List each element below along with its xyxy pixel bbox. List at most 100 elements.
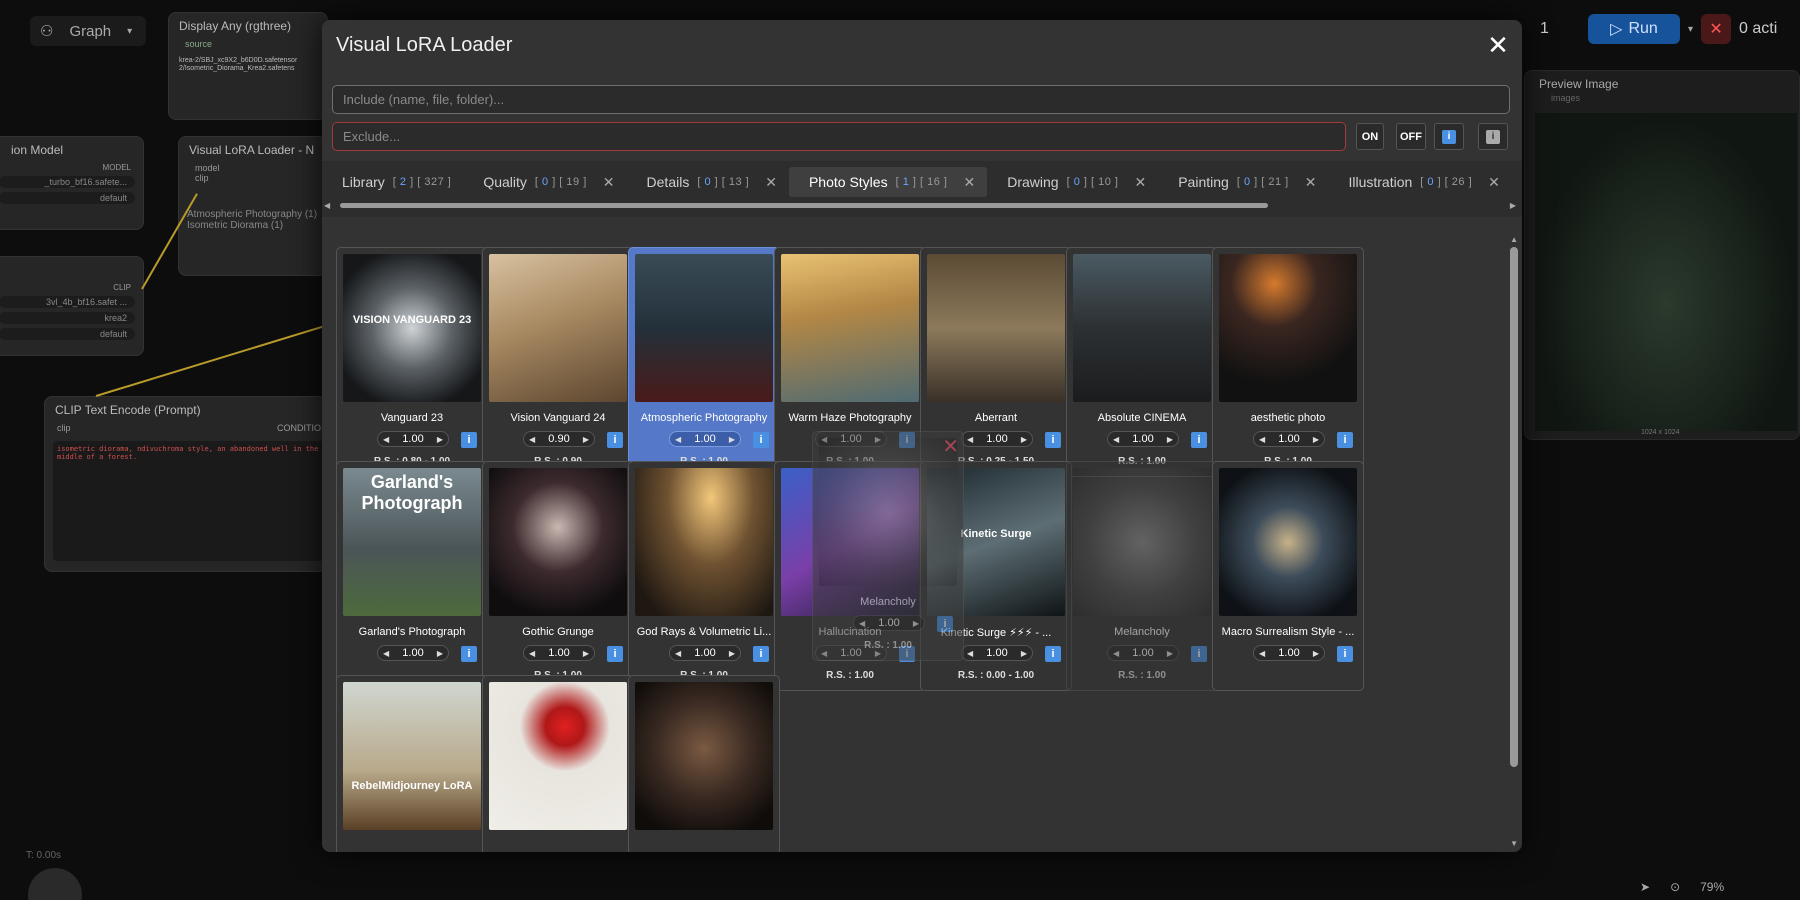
increment-icon[interactable]: ▶ [913,619,919,628]
lora-card[interactable]: Absolute CINEMA◀1.00▶iR.S. : 1.00 [1066,247,1218,477]
info-toggle-button[interactable]: i [1434,123,1464,150]
decrement-icon[interactable]: ◀ [529,435,535,444]
tab-textures[interactable]: Textures[ 1 ] [ 14 ]✕ [1512,167,1522,197]
info-button[interactable]: i [1337,432,1353,448]
avatar[interactable] [28,868,82,900]
lora-card[interactable]: Melancholy ◀ 1.00 ▶ i R.S. : 1.00 [1066,461,1218,691]
tab-quality[interactable]: Quality [ 0 ] [ 19 ] ✕ [463,167,626,197]
model-loader-node[interactable]: ion Model MODEL _turbo_bf16.safete... de… [0,136,144,230]
lora-card[interactable]: Gothic Grunge◀1.00▶iR.S. : 1.00 [482,461,634,691]
strength-stepper[interactable]: ◀ 1.00 ▶ [377,645,449,661]
strength-stepper[interactable]: ◀ 0.90 ▶ [523,431,595,447]
clip-loader-node[interactable]: CLIP 3vl_4b_bf16.safet ... krea2 default [0,256,144,356]
remove-icon[interactable]: ✕ [942,434,959,459]
increment-icon[interactable]: ▶ [1021,649,1027,658]
close-button[interactable]: ✕ [1486,32,1510,58]
lora-card[interactable]: Garland's Photograph Garland's Photograph… [336,461,488,691]
strength-stepper[interactable]: ◀ 1.00 ▶ [961,645,1033,661]
close-tab-icon[interactable]: ✕ [963,174,975,191]
increment-icon[interactable]: ▶ [437,649,443,658]
increment-icon[interactable]: ▶ [583,649,589,658]
clip-text-encode-node[interactable]: CLIP Text Encode (Prompt) clip CONDITIO … [44,396,334,572]
increment-icon[interactable]: ▶ [1313,435,1319,444]
decrement-icon[interactable]: ◀ [967,649,973,658]
strength-stepper[interactable]: ◀ 1.00 ▶ [377,431,449,447]
include-filter-input[interactable] [332,85,1510,114]
strength-stepper[interactable]: ◀ 1.00 ▶ [669,431,741,447]
node-widget[interactable]: default [0,328,135,340]
strength-stepper[interactable]: ◀ 1.00 ▶ [1253,645,1325,661]
strength-stepper[interactable]: ◀ 1.00 ▶ [961,431,1033,447]
lora-card[interactable]: Macro Surrealism Style - ... ◀ 1.00 ▶ i [1212,461,1364,691]
increment-icon[interactable]: ▶ [1021,435,1027,444]
increment-icon[interactable]: ▶ [729,435,735,444]
close-tab-icon[interactable]: ✕ [1488,174,1500,191]
strength-stepper[interactable]: ◀ 1.00 ▶ [523,645,595,661]
tab-photo-styles[interactable]: Photo Styles [ 1 ] [ 16 ] ✕ [788,167,988,197]
decrement-icon[interactable]: ◀ [1259,435,1265,444]
scroll-up-icon[interactable]: ▲ [1510,235,1518,244]
strength-stepper[interactable]: ◀ 1.00 ▶ [853,615,925,631]
info-button[interactable]: i [461,646,477,662]
decrement-icon[interactable]: ◀ [675,435,681,444]
stop-button[interactable]: ✕ [1701,14,1732,44]
node-widget[interactable]: 3vl_4b_bf16.safet ... [0,296,135,308]
decrement-icon[interactable]: ◀ [1113,649,1119,658]
node-widget[interactable]: _turbo_bf16.safete... [0,176,135,188]
lora-card[interactable]: Atmospheric Photography◀1.00▶iR.S. : 1.0… [628,247,780,477]
lora-card[interactable]: Vision Vanguard 24◀0.90▶iR.S. : 0.90 [482,247,634,477]
node-widget[interactable]: krea2 [0,312,135,324]
decrement-icon[interactable]: ◀ [1259,649,1265,658]
decrement-icon[interactable]: ◀ [967,435,973,444]
info-button[interactable]: i [1337,646,1353,662]
close-tab-icon[interactable]: ✕ [1305,174,1317,191]
increment-icon[interactable]: ▶ [729,649,735,658]
strength-stepper[interactable]: ◀ 1.00 ▶ [1107,645,1179,661]
info-button[interactable]: i [1191,646,1207,662]
decrement-icon[interactable]: ◀ [675,649,681,658]
info-button[interactable]: i [607,646,623,662]
info-button[interactable]: i [937,616,953,632]
chevron-down-icon[interactable]: ▾ [1688,24,1693,35]
lora-card[interactable]: RebelMidjourney LoRA [336,675,488,852]
increment-icon[interactable]: ▶ [1313,649,1319,658]
close-tab-icon[interactable]: ✕ [1134,174,1146,191]
scroll-right-icon[interactable]: ▶ [1510,201,1516,210]
scroll-left-icon[interactable]: ◀ [324,201,330,210]
increment-icon[interactable]: ▶ [437,435,443,444]
close-tab-icon[interactable]: ✕ [603,174,615,191]
info-button[interactable]: i [607,432,623,448]
lora-card[interactable] [482,675,634,852]
tab-painting[interactable]: Painting [ 0 ] [ 21 ] ✕ [1158,167,1328,197]
info-button[interactable]: i [753,432,769,448]
increment-icon[interactable]: ▶ [1167,649,1173,658]
tab-library[interactable]: Library [ 2 ] [ 327 ] [322,167,463,197]
scroll-down-icon[interactable]: ▼ [1510,839,1518,848]
fit-view-icon[interactable]: ⊙ [1670,880,1680,894]
info-button[interactable]: i [1191,432,1207,448]
grid-scrollbar[interactable] [1510,247,1518,767]
lora-card[interactable] [628,675,780,852]
info-button[interactable]: i [1045,432,1061,448]
decrement-icon[interactable]: ◀ [529,649,535,658]
close-tab-icon[interactable]: ✕ [765,174,777,191]
tab-details[interactable]: Details [ 0 ] [ 13 ] ✕ [627,167,789,197]
pointer-icon[interactable]: ➤ [1640,880,1650,894]
tab-scrollbar-thumb[interactable] [340,203,1268,208]
increment-icon[interactable]: ▶ [1167,435,1173,444]
info-button[interactable]: i [753,646,769,662]
node-widget[interactable]: default [0,192,135,204]
dragged-lora-card[interactable]: ✕ Melancholy ◀ 1.00 ▶ i R.S. : 1.00 [812,431,964,661]
queue-count-input[interactable]: 1 [1540,20,1580,38]
increment-icon[interactable]: ▶ [583,435,589,444]
lora-loader-node[interactable]: Visual LoRA Loader - N model clip Atmosp… [178,136,328,276]
strength-stepper[interactable]: ◀ 1.00 ▶ [1253,431,1325,447]
tab-scrollbar[interactable] [328,201,1518,209]
info-button[interactable]: i [1045,646,1061,662]
strength-stepper[interactable]: ◀ 1.00 ▶ [1107,431,1179,447]
decrement-icon[interactable]: ◀ [1113,435,1119,444]
exclude-filter-input[interactable] [332,122,1346,151]
decrement-icon[interactable]: ◀ [383,649,389,658]
strength-stepper[interactable]: ◀ 1.00 ▶ [669,645,741,661]
zoom-level[interactable]: 79% [1700,880,1724,894]
